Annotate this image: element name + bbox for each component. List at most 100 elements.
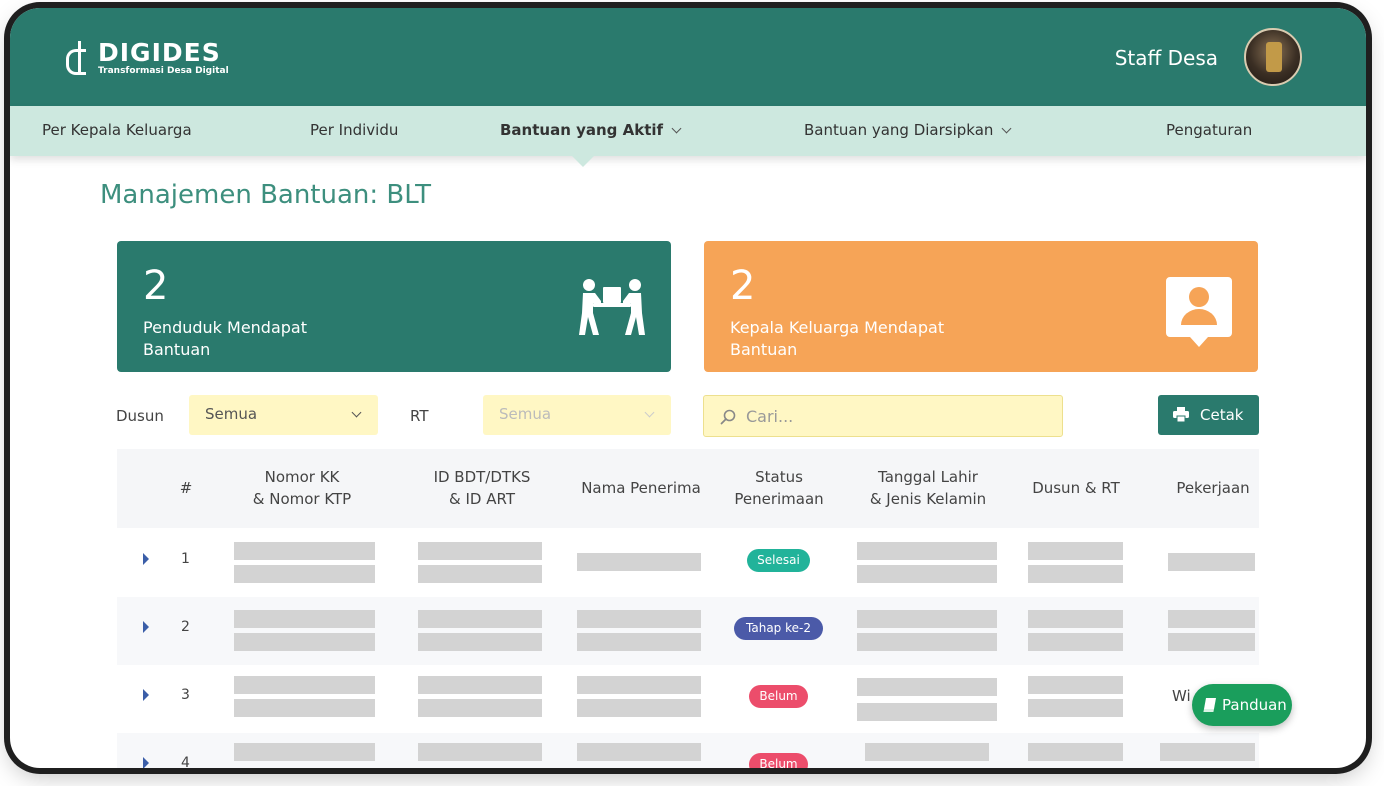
redacted-pekerjaan — [1160, 743, 1255, 761]
row-number: 4 — [181, 755, 190, 768]
chevron-down-icon — [1001, 123, 1012, 134]
dusun-label: Dusun — [116, 407, 164, 425]
user-id-card-icon — [1166, 277, 1232, 347]
nav-label: Bantuan yang Aktif — [500, 121, 664, 139]
th-pekerjaan: Pekerjaan — [1176, 479, 1250, 497]
print-button[interactable]: Cetak — [1158, 395, 1259, 435]
nav-item-bantuan-diarsipkan[interactable]: Bantuan yang Diarsipkan — [804, 121, 1012, 139]
rt-select-value: Semua — [499, 405, 552, 423]
redacted-nomor-kk — [234, 676, 375, 694]
nav-item-pengaturan[interactable]: Pengaturan — [1166, 121, 1252, 139]
redacted-tanggal-lahir — [865, 743, 989, 761]
redacted-jenis-kelamin — [857, 703, 997, 721]
expand-row-icon[interactable] — [143, 621, 149, 633]
status-badge: Belum — [749, 753, 808, 768]
brand-name: DIGIDES — [98, 38, 221, 67]
redacted-tanggal-lahir — [857, 542, 997, 560]
th-number: # — [179, 479, 193, 497]
logo[interactable]: DIGIDES Transformasi Desa Digital — [66, 40, 229, 77]
expand-row-icon[interactable] — [143, 689, 149, 701]
user-name[interactable]: Staff Desa — [1115, 46, 1218, 70]
redacted-nomor-kk — [234, 610, 375, 628]
redacted-nomor-ktp — [234, 565, 375, 583]
avatar[interactable] — [1244, 28, 1302, 86]
active-nav-pointer — [572, 156, 594, 167]
row-number: 1 — [181, 551, 190, 567]
table-row[interactable]: 3 Belum Wi — [117, 665, 1259, 733]
redacted-pekerjaan-2 — [1168, 633, 1255, 651]
people-carrying-box-icon — [579, 279, 645, 335]
nav-item-bantuan-aktif[interactable]: Bantuan yang Aktif — [500, 121, 682, 139]
redacted-rt — [1028, 565, 1123, 583]
redacted-nama — [577, 553, 701, 571]
table-row[interactable]: 4 Belum — [117, 733, 1259, 768]
nav-item-per-kepala-keluarga[interactable]: Per Kepala Keluarga — [42, 121, 192, 139]
search-input[interactable]: Cari... — [703, 395, 1063, 437]
stat-label: Kepala Keluarga Mendapat Bantuan — [730, 318, 945, 359]
redacted-nomor-kk — [234, 542, 375, 560]
redacted-dusun — [1028, 743, 1123, 761]
th-line: & Jenis Kelamin — [869, 490, 987, 508]
redacted-nomor-kk — [234, 743, 375, 761]
row-number: 2 — [181, 619, 190, 635]
chevron-down-icon — [644, 407, 655, 418]
table-row[interactable]: 1 Selesai — [117, 529, 1259, 597]
table-row[interactable]: 2 Tahap ke-2 — [117, 597, 1259, 665]
redacted-nama — [577, 743, 701, 761]
th-line: Tanggal Lahir — [878, 468, 978, 486]
status-badge: Selesai — [747, 549, 810, 572]
redacted-jenis-kelamin — [857, 633, 997, 651]
th-line: & ID ART — [449, 490, 515, 508]
logo-mark-icon — [66, 40, 92, 77]
redacted-rt — [1028, 633, 1123, 651]
app-window: DIGIDES Transformasi Desa Digital Staff … — [10, 8, 1366, 768]
th-line: Penerimaan — [734, 490, 824, 508]
panduan-label: Panduan — [1222, 696, 1287, 714]
row-number: 3 — [181, 687, 190, 703]
th-tanggal-lahir: Tanggal Lahir & Jenis Kelamin — [863, 466, 993, 510]
redacted-dusun — [1028, 676, 1123, 694]
chevron-down-icon — [351, 407, 362, 418]
redacted-id-art — [418, 633, 542, 651]
stat-value: 2 — [730, 263, 756, 309]
th-line: ID BDT/DTKS — [433, 468, 531, 486]
pekerjaan-text: Wi — [1172, 687, 1191, 705]
th-line: Status — [755, 468, 803, 486]
th-nama-penerima: Nama Penerima — [581, 479, 701, 497]
nav-label: Per Individu — [310, 121, 399, 139]
redacted-pekerjaan — [1168, 553, 1255, 571]
th-status: Status Penerimaan — [729, 466, 829, 510]
print-label: Cetak — [1200, 406, 1244, 424]
redacted-dusun — [1028, 610, 1123, 628]
stat-card-penduduk: 2 Penduduk Mendapat Bantuan — [117, 241, 671, 372]
redacted-tanggal-lahir — [857, 678, 997, 696]
redacted-pekerjaan — [1168, 610, 1255, 628]
panduan-button[interactable]: Panduan — [1192, 684, 1292, 726]
nav-label: Per Kepala Keluarga — [42, 121, 192, 139]
main-nav: Per Kepala Keluarga Per Individu Bantuan… — [10, 106, 1366, 156]
stat-label: Penduduk Mendapat Bantuan — [143, 318, 307, 359]
brand-tagline: Transformasi Desa Digital — [98, 66, 229, 76]
stat-value: 2 — [143, 263, 169, 309]
page-title: Manajemen Bantuan: BLT — [100, 180, 432, 210]
redacted-nomor-ktp — [234, 633, 375, 651]
top-header: DIGIDES Transformasi Desa Digital Staff … — [10, 8, 1366, 106]
search-icon — [720, 409, 736, 425]
nav-label: Bantuan yang Diarsipkan — [804, 121, 994, 139]
dusun-select[interactable]: Semua — [189, 395, 378, 435]
redacted-nama — [577, 676, 701, 694]
redacted-id-bdt — [418, 743, 542, 761]
chevron-down-icon — [671, 123, 682, 134]
redacted-id-art — [418, 699, 542, 717]
stat-card-kepala-keluarga: 2 Kepala Keluarga Mendapat Bantuan — [704, 241, 1258, 372]
search-placeholder: Cari... — [746, 407, 794, 426]
status-badge: Tahap ke-2 — [734, 617, 823, 640]
expand-row-icon[interactable] — [143, 757, 149, 768]
table-header: # Nomor KK & Nomor KTP ID BDT/DTKS & ID AR… — [117, 449, 1259, 528]
rt-select[interactable]: Semua — [483, 395, 671, 435]
redacted-tanggal-lahir — [857, 610, 997, 628]
expand-row-icon[interactable] — [143, 553, 149, 565]
nav-item-per-individu[interactable]: Per Individu — [310, 121, 398, 139]
redacted-nama-2 — [577, 699, 701, 717]
redacted-rt — [1028, 699, 1123, 717]
